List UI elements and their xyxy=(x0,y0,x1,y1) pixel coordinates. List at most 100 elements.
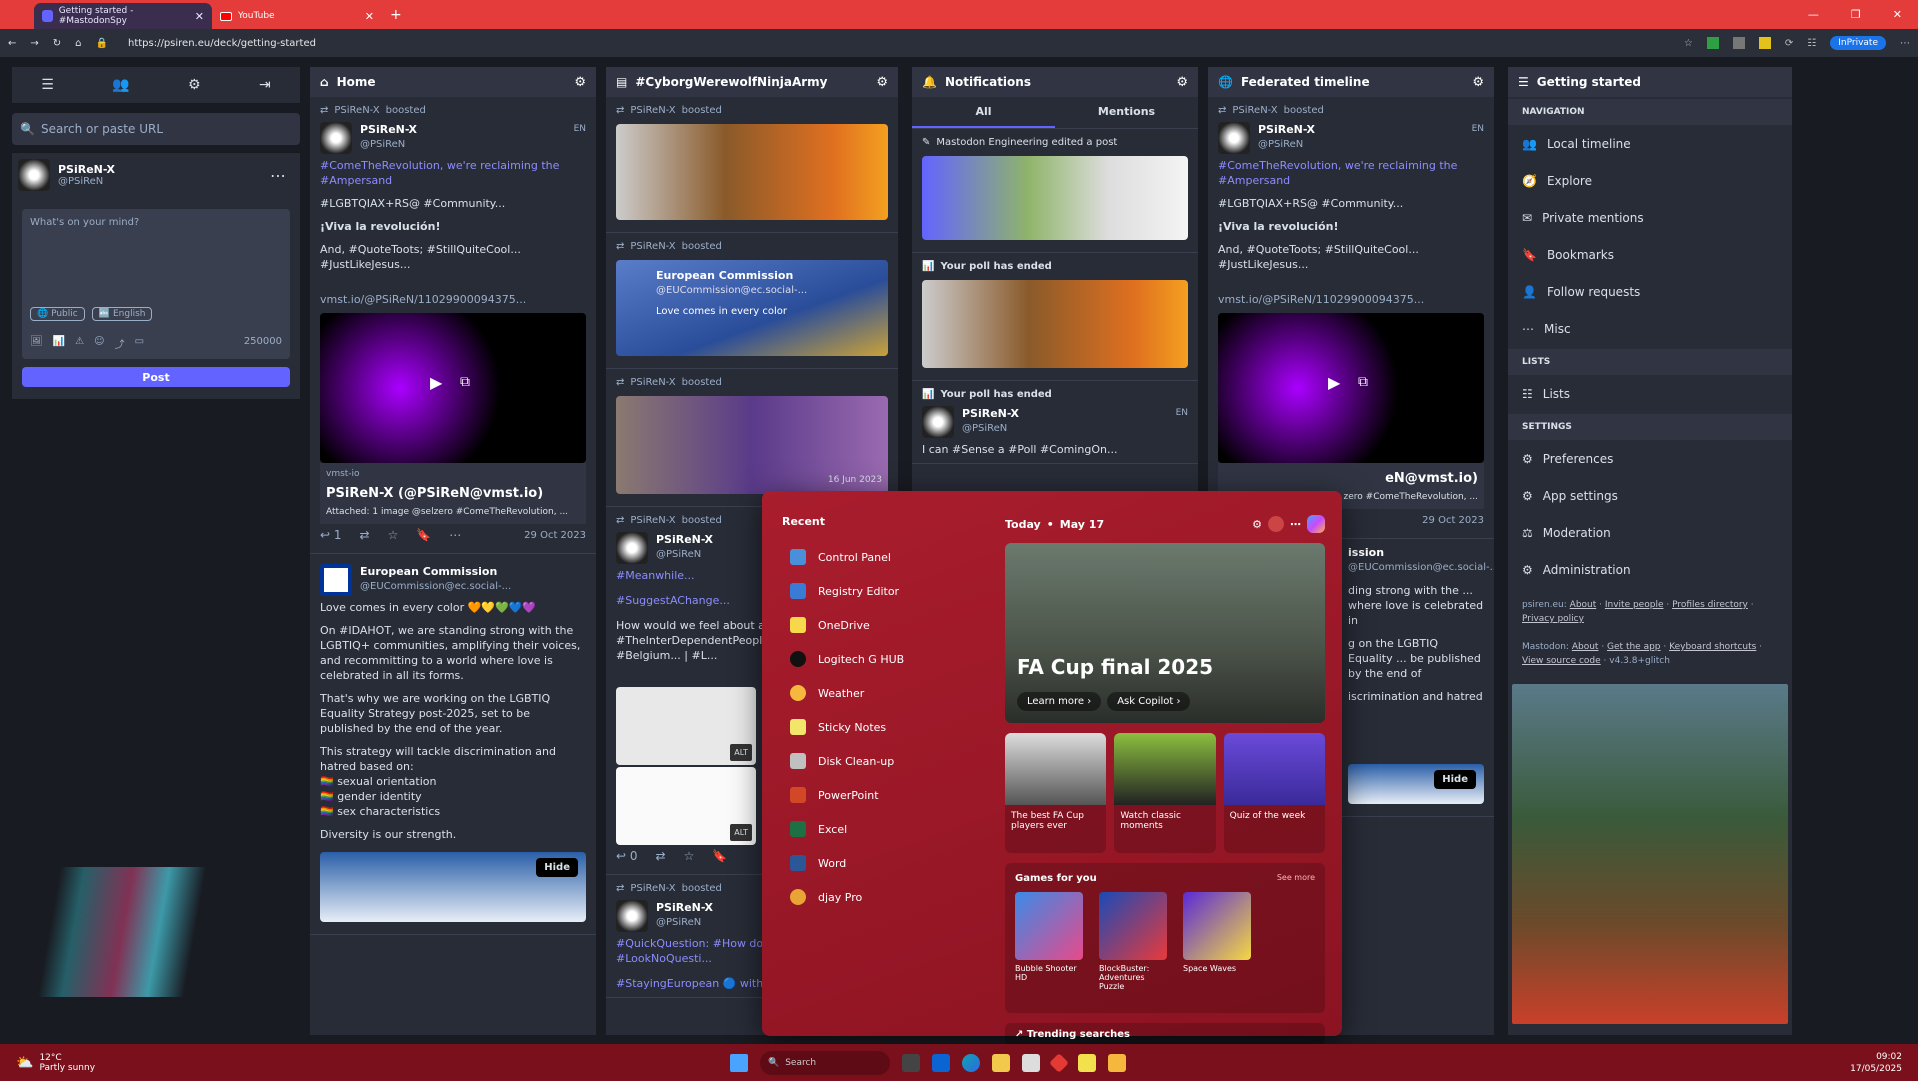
image-attachment[interactable]: Hide xyxy=(320,852,586,922)
column-header[interactable]: ⌂ Home ⚙ xyxy=(310,67,596,97)
ask-copilot-button[interactable]: Ask Copilot › xyxy=(1107,692,1191,711)
booster-name[interactable]: PSiReN-X xyxy=(630,103,675,118)
status-author[interactable]: PSiReN-X @PSiReN EN xyxy=(320,122,586,154)
taskbar-search[interactable]: 🔍 Search xyxy=(760,1050,890,1075)
app-sticky-notes[interactable]: Sticky Notes xyxy=(782,710,982,744)
nav-explore[interactable]: 🧭 Explore xyxy=(1508,162,1792,199)
feed-card[interactable]: The best FA Cup players ever xyxy=(1005,733,1107,853)
nav-follow-requests[interactable]: 👤 Follow requests xyxy=(1508,273,1792,310)
footer-link-about[interactable]: About xyxy=(1570,600,1597,610)
footer-link-invite[interactable]: Invite people xyxy=(1605,600,1664,610)
new-tab-icon[interactable]: + xyxy=(382,7,410,29)
column-header[interactable]: ▤ #CyborgWerewolfNinjaArmy ⚙ xyxy=(606,67,898,97)
avatar[interactable] xyxy=(320,122,352,154)
avatar[interactable] xyxy=(18,159,50,191)
app-icon[interactable] xyxy=(1049,1052,1069,1073)
app-excel[interactable]: Excel xyxy=(782,812,982,846)
avatar[interactable] xyxy=(320,564,352,596)
video-embed[interactable]: ▶ ⧉ xyxy=(320,313,586,463)
more-icon[interactable]: ⋯ xyxy=(449,528,461,543)
tab-all[interactable]: All xyxy=(912,97,1055,128)
booster-name[interactable]: PSiReN-X xyxy=(1232,103,1277,118)
refresh-icon[interactable]: ↻ xyxy=(53,38,61,49)
app-icon[interactable] xyxy=(1022,1053,1040,1072)
copilot-icon[interactable] xyxy=(1307,515,1325,533)
app-word[interactable]: Word xyxy=(782,846,982,880)
warning-icon[interactable]: ⚠ xyxy=(75,336,84,351)
learn-more-button[interactable]: Learn more › xyxy=(1017,692,1102,711)
more-icon[interactable]: ⋯ xyxy=(1900,38,1910,49)
video-embed[interactable]: ▶ ⧉ xyxy=(1218,313,1484,463)
status-link[interactable]: vmst.io/@PSiReN/11029900094375... xyxy=(1218,292,1484,307)
status-author[interactable]: PSiReN-X @PSiReN EN xyxy=(922,406,1188,438)
status[interactable]: ⇄ PSiReN-X boosted European Commission @EU… xyxy=(606,233,898,369)
column-header[interactable]: 🔔 Notifications ⚙ xyxy=(912,67,1198,97)
quote-icon[interactable]: ▭ xyxy=(135,336,144,351)
outlook-icon[interactable] xyxy=(932,1053,950,1072)
collections-icon[interactable]: ☷ xyxy=(1807,38,1816,49)
hero-story[interactable]: FA Cup final 2025 Learn more › Ask Copil… xyxy=(1005,543,1325,723)
image-attachment[interactable] xyxy=(616,124,888,220)
alt-badge[interactable]: ALT xyxy=(730,744,752,761)
booster-name[interactable]: PSiReN-X xyxy=(630,375,675,390)
app-icon[interactable] xyxy=(1078,1053,1096,1072)
status-date[interactable]: 29 Oct 2023 xyxy=(524,528,586,543)
footer-link-about[interactable]: About xyxy=(1572,642,1599,652)
share-icon[interactable]: ⤴ xyxy=(115,336,125,351)
settings-icon[interactable]: ⚙ xyxy=(1252,518,1262,531)
feed-card[interactable]: Quiz of the week xyxy=(1223,733,1325,853)
booster-name[interactable]: PSiReN-X xyxy=(334,103,379,118)
app-icon[interactable] xyxy=(1108,1053,1126,1072)
bookmark-button[interactable]: 🔖 xyxy=(416,528,431,543)
trending-searches[interactable]: ↗ Trending searches xyxy=(1005,1023,1325,1046)
boost-button[interactable]: ⇄ xyxy=(656,849,666,864)
nav-bookmarks[interactable]: 🔖 Bookmarks xyxy=(1508,236,1792,273)
eu-status-preview[interactable]: European Commission @EUCommission@ec.soc… xyxy=(616,260,888,356)
avatar[interactable] xyxy=(616,532,648,564)
status-date[interactable]: 16 Jun 2023 xyxy=(828,473,882,488)
status[interactable]: ⇄ PSiReN-X boosted xyxy=(606,97,898,233)
extension-icon[interactable] xyxy=(1706,37,1719,49)
profile-card[interactable]: PSiReN-X @PSiReN ⋯ xyxy=(12,153,300,197)
see-more-link[interactable]: See more xyxy=(1277,873,1315,884)
tab-youtube[interactable]: YouTube ✕ xyxy=(212,3,382,29)
app-djay-pro[interactable]: djay Pro xyxy=(782,880,982,914)
game-tile[interactable]: Space Waves xyxy=(1183,892,1253,991)
status[interactable]: ⇄ PSiReN-X boosted 16 Jun 2023 xyxy=(606,369,898,507)
app-logitech[interactable]: Logitech G HUB xyxy=(782,642,982,676)
nav-preferences[interactable]: ⚙ Preferences xyxy=(1508,440,1792,477)
language-button[interactable]: 🔤 English xyxy=(91,307,153,321)
logout-icon[interactable]: ⇥ xyxy=(259,77,271,93)
task-view-icon[interactable] xyxy=(902,1053,920,1072)
external-link-icon[interactable]: ⧉ xyxy=(460,375,470,390)
status-date[interactable]: 29 Oct 2023 xyxy=(1422,513,1484,528)
booster-name[interactable]: PSiReN-X xyxy=(630,239,675,254)
app-disk-cleanup[interactable]: Disk Clean-up xyxy=(782,744,982,778)
image-attachment[interactable] xyxy=(922,280,1188,368)
extension-icon[interactable] xyxy=(1758,37,1771,49)
nav-local-timeline[interactable]: 👥 Local timeline xyxy=(1508,125,1792,162)
hide-button[interactable]: Hide xyxy=(1434,770,1476,789)
game-tile[interactable]: BlockBuster: Adventures Puzzle xyxy=(1099,892,1169,991)
notification-item[interactable]: 📊 Your poll has ended xyxy=(912,253,1198,381)
booster-name[interactable]: PSiReN-X xyxy=(630,513,675,528)
nav-lists[interactable]: ☷ Lists xyxy=(1508,375,1792,412)
footer-link-source[interactable]: View source code xyxy=(1522,656,1601,666)
nav-administration[interactable]: ⚙ Administration xyxy=(1508,551,1792,588)
windows-start-icon[interactable] xyxy=(730,1053,748,1072)
feed-card[interactable]: Watch classic moments xyxy=(1114,733,1216,853)
nav-private-mentions[interactable]: ✉ Private mentions xyxy=(1508,199,1792,236)
footer-link-shortcuts[interactable]: Keyboard shortcuts xyxy=(1669,642,1756,652)
gear-icon[interactable]: ⚙ xyxy=(574,75,586,90)
menu-icon[interactable]: ☰ xyxy=(41,77,54,93)
post-button[interactable]: Post xyxy=(22,367,290,387)
back-icon[interactable]: ← xyxy=(8,38,16,49)
people-icon[interactable]: 👥 xyxy=(112,77,129,93)
avatar[interactable] xyxy=(1218,122,1250,154)
notification-item[interactable]: ✎ Mastodon Engineering edited a post xyxy=(912,129,1198,253)
favourite-button[interactable]: ☆ xyxy=(388,528,399,543)
weather-widget[interactable]: ⛅ 12°C Partly sunny xyxy=(0,1053,200,1073)
reply-button[interactable]: ↩ 1 xyxy=(320,528,342,543)
home-icon[interactable]: ⌂ xyxy=(75,38,81,49)
status[interactable]: European Commission @EUCommission@ec.soci… xyxy=(310,554,596,935)
